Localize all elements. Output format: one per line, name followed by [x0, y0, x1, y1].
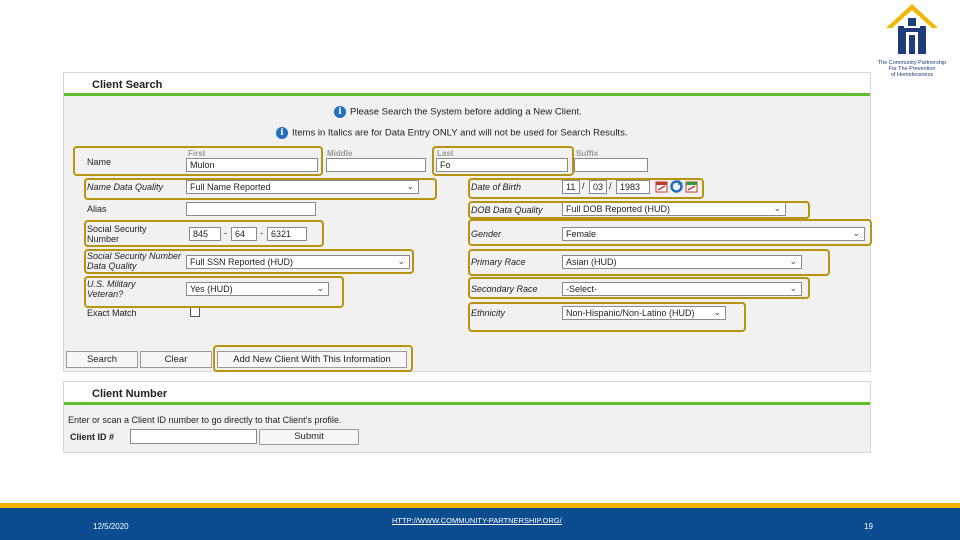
info-icon: i: [276, 127, 288, 139]
highlight-box: [468, 277, 810, 299]
client-number-instructions: Enter or scan a Client ID number to go d…: [68, 415, 342, 425]
client-number-title: Client Number: [64, 382, 870, 405]
italics-notice-text: Items in Italics are for Data Entry ONLY…: [292, 127, 628, 139]
highlight-box: [84, 276, 344, 308]
italics-notice: i Items in Italics are for Data Entry ONL…: [276, 127, 627, 139]
highlight-box: [432, 146, 574, 176]
submit-button[interactable]: Submit: [259, 429, 359, 445]
highlight-box: [468, 302, 746, 332]
client-search-title: Client Search: [64, 73, 870, 96]
page-number: 19: [864, 522, 873, 531]
suffix-input[interactable]: [574, 158, 648, 172]
house-logo-icon: [886, 4, 938, 54]
highlight-box: [84, 220, 324, 247]
highlight-box: [468, 249, 830, 276]
highlight-box: [84, 178, 437, 200]
search-notice-text: Please Search the System before adding a…: [350, 106, 582, 118]
search-notice: i Please Search the System before adding …: [334, 106, 582, 118]
organization-logo: The Community Partnership For The Preven…: [866, 2, 958, 82]
highlight-box: [213, 345, 413, 372]
suffix-label: Suffix: [576, 149, 599, 158]
client-id-input[interactable]: [130, 429, 257, 444]
highlight-box: [84, 249, 414, 274]
exact-match-checkbox[interactable]: [190, 307, 200, 317]
slide-footer: 12/5/2020 HTTP://WWW.COMMUNITY-PARTNERSH…: [0, 503, 960, 540]
alias-input[interactable]: [186, 202, 316, 216]
highlight-box: [468, 201, 810, 219]
logo-text: The Community Partnership For The Preven…: [866, 60, 958, 78]
logo-line: of Homelessness: [890, 72, 934, 78]
footer-date: 12/5/2020: [93, 522, 129, 531]
middle-name-label: Middle: [327, 149, 353, 158]
exact-match-label: Exact Match: [87, 308, 137, 318]
alias-label: Alias: [87, 204, 107, 214]
footer-url-link[interactable]: HTTP://WWW.COMMUNITY-PARTNERSHIP.ORG/: [392, 516, 562, 525]
highlight-box: [468, 178, 704, 199]
info-icon: i: [334, 106, 346, 118]
highlight-box: [468, 219, 872, 246]
clear-button[interactable]: Clear: [140, 351, 212, 368]
highlight-box: [73, 146, 323, 176]
middle-name-input[interactable]: [326, 158, 426, 172]
client-id-label: Client ID #: [70, 432, 115, 442]
search-button[interactable]: Search: [66, 351, 138, 368]
